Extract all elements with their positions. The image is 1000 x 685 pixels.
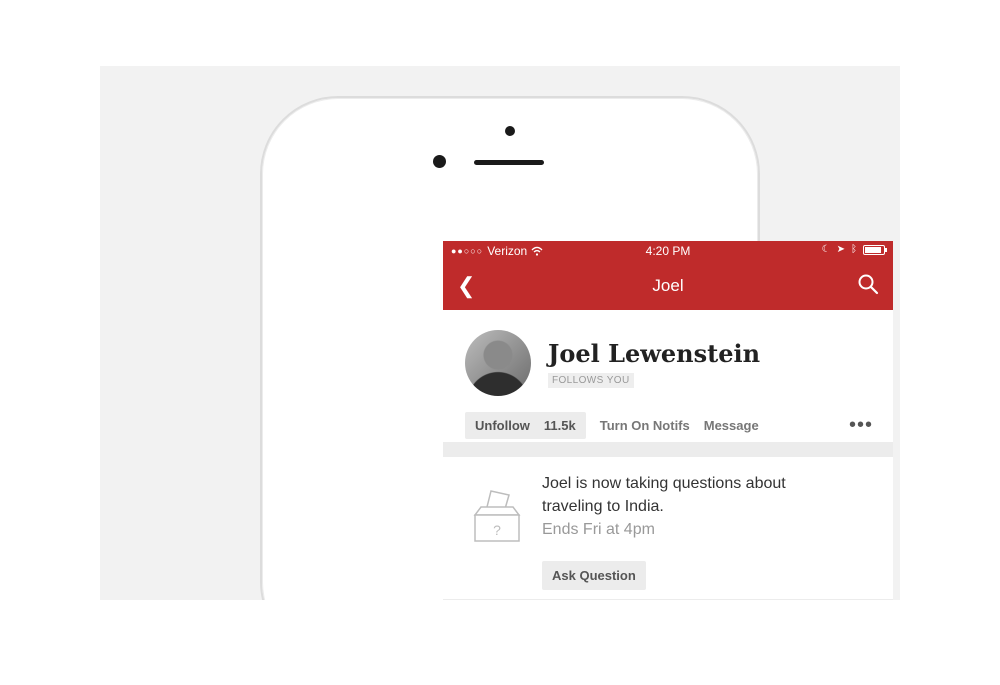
unfollow-label: Unfollow (475, 417, 530, 433)
question-card: ? Joel is now taking questions about tra… (443, 457, 893, 599)
message-button[interactable]: Message (704, 418, 759, 433)
ballot-question-mark: ? (493, 522, 501, 538)
battery-icon (863, 244, 887, 255)
moon-icon: ☾ (821, 244, 831, 255)
more-options-icon[interactable]: ••• (849, 415, 873, 435)
app-screen: ●●○○○ Verizon 4:20 PM ☾ ➤ ᛒ ❮ Joel Joel … (443, 241, 893, 600)
follows-you-badge: FOLLOWS YOU (548, 373, 634, 388)
nav-title: Joel (652, 276, 684, 295)
unfollow-button[interactable]: Unfollow 11.5k (465, 411, 586, 439)
backdrop: ●●○○○ Verizon 4:20 PM ☾ ➤ ᛒ ❮ Joel Joel … (100, 66, 900, 600)
ballot-box-icon: ? (473, 490, 521, 542)
ask-question-button[interactable]: Ask Question (542, 561, 646, 590)
follower-count: 11.5k (543, 417, 576, 433)
avatar[interactable] (465, 330, 531, 396)
turn-on-notifs-button[interactable]: Turn On Notifs (600, 418, 690, 433)
location-icon: ➤ (836, 244, 845, 255)
bluetooth-icon: ᛒ (851, 244, 857, 255)
profile-header: Joel Lewenstein FOLLOWS YOU Unfollow 11.… (443, 310, 893, 442)
status-bar: ●●○○○ Verizon 4:20 PM ☾ ➤ ᛒ (443, 241, 893, 261)
search-icon[interactable] (857, 273, 879, 295)
navigation-bar: ❮ Joel (443, 261, 893, 310)
earpiece-speaker (474, 160, 544, 165)
proximity-sensor (505, 126, 515, 136)
front-camera (433, 155, 446, 168)
question-deadline: Ends Fri at 4pm (542, 521, 655, 538)
phone-frame: ●●○○○ Verizon 4:20 PM ☾ ➤ ᛒ ❮ Joel Joel … (260, 96, 893, 600)
profile-actions: Unfollow 11.5k Turn On Notifs Message ••… (465, 411, 873, 439)
profile-name: Joel Lewenstein (548, 339, 761, 368)
question-prompt: Joel is now taking questions about trave… (542, 475, 786, 515)
